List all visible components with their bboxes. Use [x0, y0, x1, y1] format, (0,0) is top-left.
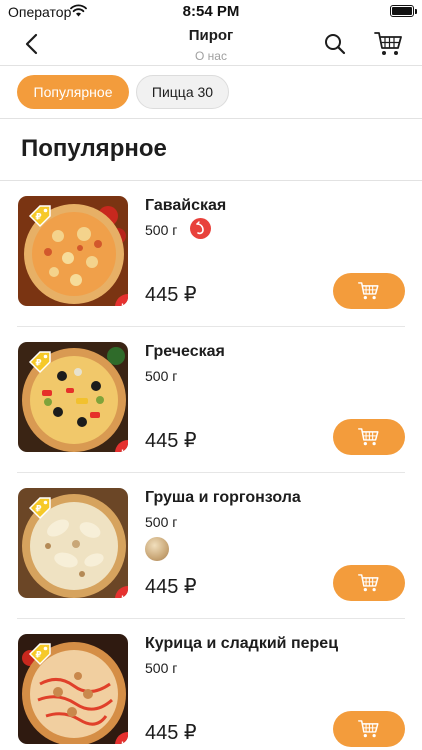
category-tabs: Популярное Пицца 30	[0, 66, 422, 119]
product-name[interactable]: Гавайская	[145, 197, 226, 215]
product-item[interactable]: ₽ HIT Груша и горгонзола 500 г 445 ₽	[0, 473, 422, 619]
topping-icon	[145, 537, 169, 561]
product-name[interactable]: Курица и сладкий перец	[145, 635, 338, 653]
cart-button[interactable]	[373, 29, 405, 59]
product-image[interactable]: ₽ HIT	[18, 196, 128, 306]
back-button[interactable]	[18, 30, 46, 58]
promo-tag-icon: ₽	[28, 497, 51, 520]
promo-tag-icon: ₽	[28, 351, 51, 374]
cart-icon	[357, 720, 379, 738]
nav-title-block: Пирог О нас	[100, 27, 322, 64]
promo-tag-icon: ₽	[28, 643, 51, 666]
page-title: Пирог	[188, 27, 234, 44]
product-price: 445 ₽	[145, 430, 197, 452]
svg-text:₽: ₽	[35, 505, 41, 515]
product-weight: 500 г	[145, 222, 178, 238]
tab-popular[interactable]: Популярное	[17, 75, 129, 109]
search-icon	[325, 34, 346, 55]
about-link[interactable]: О нас	[100, 48, 322, 64]
promo-tag-icon: ₽	[28, 205, 51, 228]
product-weight: 500 г	[145, 368, 178, 384]
product-item[interactable]: ₽ HIT Курица и сладкий перец 500 г 445 ₽	[0, 619, 422, 750]
product-item[interactable]: ₽ HIT Греческая 500 г 445 ₽	[0, 327, 422, 473]
status-bar: Оператор 8:54 PM	[0, 0, 422, 24]
svg-text:₽: ₽	[35, 359, 41, 369]
spicy-icon	[190, 218, 211, 239]
cart-icon	[374, 32, 402, 55]
add-to-cart-button[interactable]	[333, 565, 405, 601]
cart-icon	[357, 574, 379, 592]
section-title: Популярное	[21, 135, 167, 162]
add-to-cart-button[interactable]	[333, 273, 405, 309]
product-weight: 500 г	[145, 514, 178, 530]
status-time: 8:54 PM	[182, 3, 240, 20]
product-price: 445 ₽	[145, 576, 197, 598]
product-image[interactable]: ₽ HIT	[18, 488, 128, 598]
battery-tip	[415, 9, 417, 14]
battery-icon	[390, 5, 414, 17]
cart-icon	[357, 428, 379, 446]
battery-level	[392, 7, 412, 15]
product-price: 445 ₽	[145, 284, 197, 306]
add-to-cart-button[interactable]	[333, 419, 405, 455]
product-price: 445 ₽	[145, 722, 197, 744]
search-button[interactable]	[321, 30, 349, 58]
tab-pizza-30[interactable]: Пицца 30	[136, 75, 229, 109]
product-image[interactable]: ₽ HIT	[18, 342, 128, 452]
product-name[interactable]: Груша и горгонзола	[145, 489, 301, 507]
product-name[interactable]: Греческая	[145, 343, 225, 361]
cart-icon	[357, 282, 379, 300]
svg-text:₽: ₽	[35, 213, 41, 223]
back-chevron-icon	[25, 33, 38, 55]
product-image[interactable]: ₽ HIT	[18, 634, 128, 744]
svg-text:₽: ₽	[35, 651, 41, 661]
product-item[interactable]: ₽ HIT Гавайская 500 г 445 ₽	[0, 181, 422, 327]
product-weight: 500 г	[145, 660, 178, 676]
nav-bar: Пирог О нас	[0, 24, 422, 66]
add-to-cart-button[interactable]	[333, 711, 405, 747]
